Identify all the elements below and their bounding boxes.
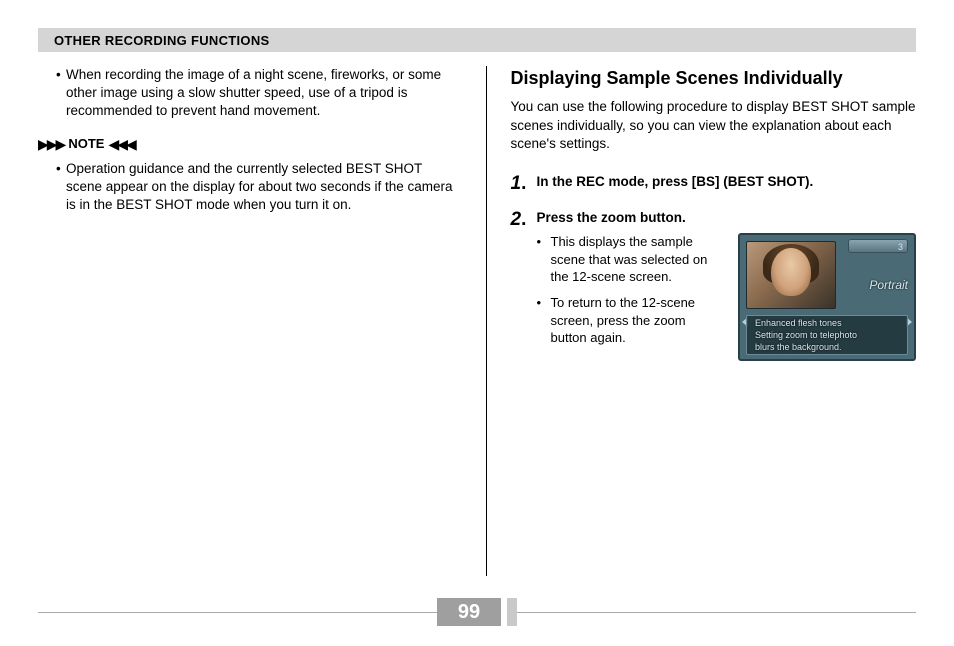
note-label-text: NOTE (68, 135, 104, 153)
section-header-title: OTHER RECORDING FUNCTIONS (54, 33, 270, 48)
left-column: • When recording the image of a night sc… (38, 66, 487, 576)
step-number: 2 (511, 207, 537, 361)
page-number-wrap: 99 (437, 598, 517, 626)
bullet-dot: • (56, 160, 66, 215)
section-header: OTHER RECORDING FUNCTIONS (38, 28, 916, 52)
step-1: 1 In the REC mode, press [BS] (BEST SHOT… (511, 171, 917, 197)
page-footer: 99 (38, 598, 916, 626)
bullet-dot: • (537, 294, 551, 347)
note-arrows-right-icon: ▶▶▶ (38, 135, 64, 154)
note-heading: ▶▶▶ NOTE ◀◀◀ (38, 135, 462, 154)
footer-rule-left (38, 612, 437, 613)
subsection-heading: Displaying Sample Scenes Individually (511, 66, 917, 90)
lcd-sample-thumbnail (746, 241, 836, 309)
step-2-title: Press the zoom button. (537, 209, 917, 227)
right-column: Displaying Sample Scenes Individually Yo… (487, 66, 917, 576)
portrait-face-shape (771, 248, 811, 296)
camera-lcd-illustration: 3 Portrait Enhanced flesh tones Setting … (738, 233, 916, 361)
page-number-shadow (507, 598, 517, 626)
tip-bullet: • When recording the image of a night sc… (56, 66, 462, 121)
bullet-dot: • (537, 233, 551, 286)
step-2-bullet-1: • This displays the sample scene that wa… (537, 233, 725, 286)
step-2-bullet-2: • To return to the 12-scene screen, pres… (537, 294, 725, 347)
subsection-intro: You can use the following procedure to d… (511, 98, 917, 153)
lcd-desc-line-2: Setting zoom to telephoto (755, 330, 899, 342)
tip-text: When recording the image of a night scen… (66, 66, 462, 121)
page-number: 99 (437, 598, 501, 626)
step-1-title: In the REC mode, press [BS] (BEST SHOT). (537, 173, 917, 191)
manual-page: OTHER RECORDING FUNCTIONS • When recordi… (0, 0, 954, 646)
lcd-desc-line-1: Enhanced flesh tones (755, 318, 899, 330)
lcd-scene-number-badge: 3 (848, 239, 908, 253)
step-number: 1 (511, 171, 537, 197)
note-arrows-left-icon: ◀◀◀ (108, 135, 134, 154)
lcd-description-panel: Enhanced flesh tones Setting zoom to tel… (746, 315, 908, 355)
lcd-scene-name: Portrait (869, 277, 908, 293)
note-text: Operation guidance and the currently sel… (66, 160, 462, 215)
footer-rule-right (517, 612, 916, 613)
bullet-dot: • (56, 66, 66, 121)
step-2: 2 Press the zoom button. • This displays… (511, 207, 917, 361)
step-2-bullet-2-text: To return to the 12-scene screen, press … (551, 294, 725, 347)
step-2-bullet-1-text: This displays the sample scene that was … (551, 233, 725, 286)
lcd-desc-line-3: blurs the background. (755, 342, 899, 354)
two-column-layout: • When recording the image of a night sc… (38, 66, 916, 576)
note-bullet: • Operation guidance and the currently s… (56, 160, 462, 215)
